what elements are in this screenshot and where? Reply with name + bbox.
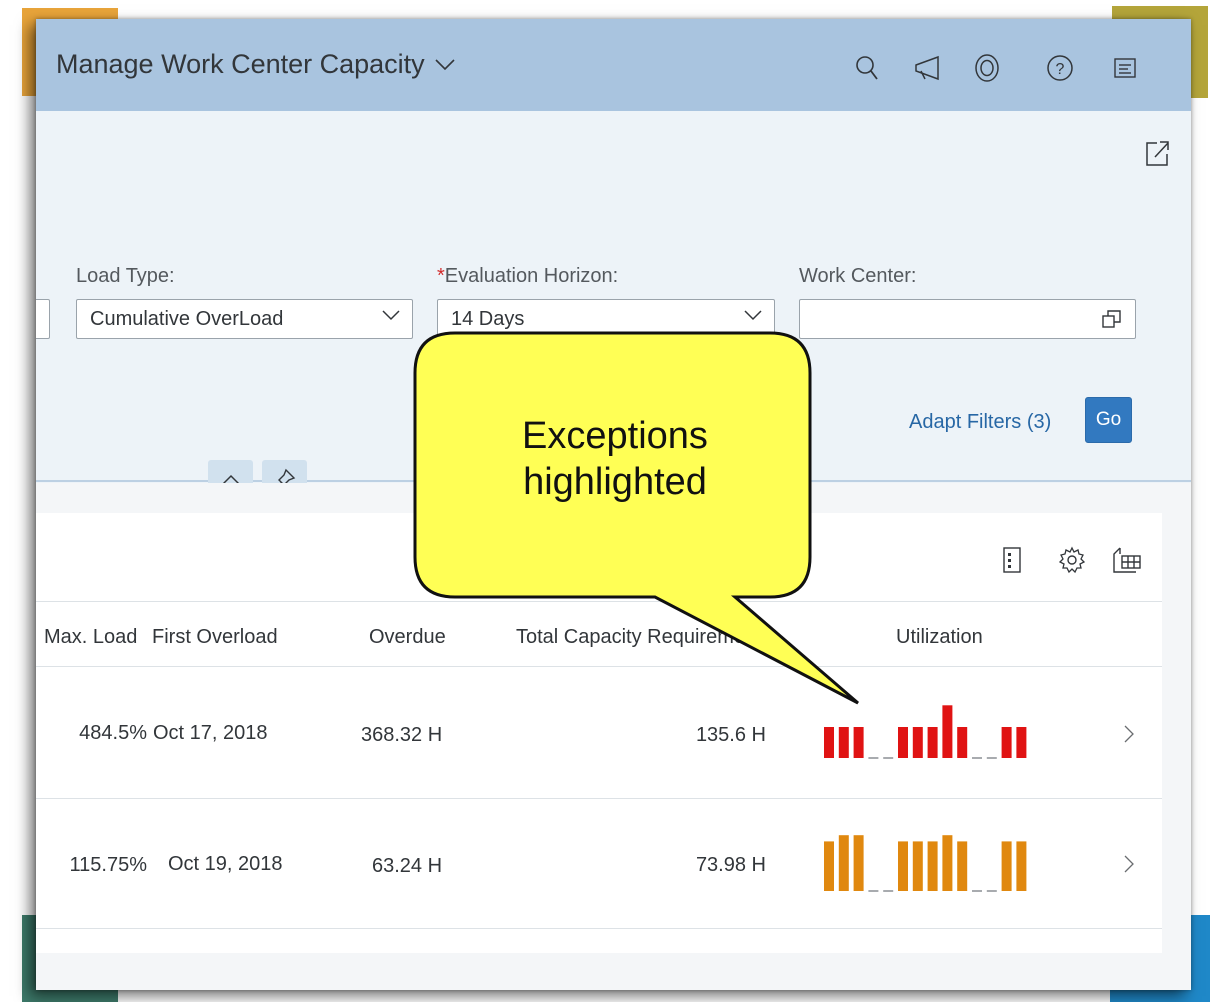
megaphone-icon[interactable] <box>913 53 943 83</box>
load-type-select[interactable]: Cumulative OverLoad <box>76 299 413 339</box>
column-header-total-capacity[interactable]: Total Capacity Requirement <box>516 626 762 649</box>
share-icon[interactable] <box>1145 139 1171 167</box>
row-divider <box>36 798 1162 799</box>
cell-total-capacity: 73.98 H <box>695 854 766 876</box>
search-icon[interactable] <box>852 53 882 83</box>
work-center-input[interactable] <box>799 299 1136 339</box>
app-title-menu[interactable]: Manage Work Center Capacity <box>56 49 455 80</box>
chevron-right-icon <box>1124 855 1134 873</box>
export-to-spreadsheet-icon[interactable] <box>1112 546 1142 574</box>
callout-text: Exceptions highlighted <box>425 413 805 505</box>
table-row[interactable]: 115.75% Oct 19, 2018 63.24 H 73.98 H <box>36 800 1162 928</box>
help-icon[interactable]: ? <box>1045 53 1075 83</box>
svg-text:?: ? <box>1056 61 1065 78</box>
evaluation-horizon-select[interactable]: 14 Days <box>437 299 775 339</box>
shell-bar: Manage Work Center Capacity ? <box>36 19 1191 111</box>
table-row[interactable]: 484.5% Oct 17, 2018 368.32 H 135.6 H <box>36 667 1162 795</box>
required-marker: * <box>437 265 445 287</box>
adapt-filters-link[interactable]: Adapt Filters (3) <box>909 411 1051 434</box>
copilot-icon[interactable] <box>972 53 1002 83</box>
evaluation-horizon-label: *Evaluation Horizon: <box>437 265 618 288</box>
cell-first-overload: Oct 17, 2018 <box>153 722 268 744</box>
column-header-first-overload[interactable]: First Overload <box>152 626 278 649</box>
gear-icon[interactable] <box>1058 546 1086 574</box>
work-center-label: Work Center: <box>799 265 917 287</box>
row-divider <box>36 928 1162 929</box>
previous-filter-field[interactable] <box>36 299 50 339</box>
chevron-down-icon <box>435 58 455 70</box>
go-button[interactable]: Go <box>1085 397 1132 443</box>
callout-line-1: Exceptions <box>522 415 708 457</box>
evaluation-horizon-label-text: Evaluation Horizon: <box>444 265 619 287</box>
value-help-icon[interactable] <box>1101 308 1123 330</box>
cell-max-load: 484.5% <box>79 722 147 744</box>
load-type-value: Cumulative OverLoad <box>90 307 284 330</box>
app-title: Manage Work Center Capacity <box>56 49 425 79</box>
cell-first-overload: Oct 19, 2018 <box>168 853 283 875</box>
column-header-max-load[interactable]: Max. Load <box>44 626 137 649</box>
table-header-top-border <box>36 601 1162 602</box>
column-settings-icon[interactable] <box>1002 546 1022 574</box>
chevron-down-icon <box>382 310 400 321</box>
chevron-right-icon <box>1124 725 1134 743</box>
cell-max-load: 115.75% <box>69 854 147 876</box>
load-type-label: Load Type: <box>76 265 175 287</box>
cell-total-capacity: 135.6 H <box>695 724 766 746</box>
evaluation-horizon-value: 14 Days <box>451 307 525 330</box>
column-header-utilization[interactable]: Utilization <box>896 626 983 649</box>
column-header-overdue[interactable]: Overdue <box>369 626 446 649</box>
menu-icon[interactable] <box>1110 53 1140 83</box>
chevron-down-icon <box>744 310 762 321</box>
callout-line-2: highlighted <box>523 461 707 503</box>
cell-overdue: 63.24 H <box>372 855 443 877</box>
cell-overdue: 368.32 H <box>361 724 443 746</box>
